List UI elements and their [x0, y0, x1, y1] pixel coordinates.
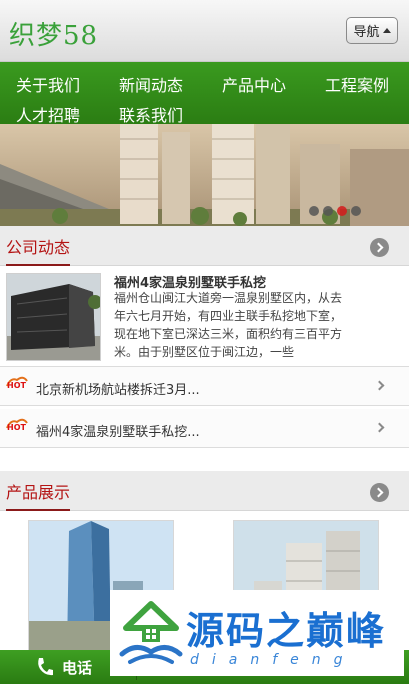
- phone-label: 电话: [62, 658, 93, 677]
- banner-dots: [309, 206, 361, 216]
- featured-news-summary: 福州仓山闽江大道旁一温泉别墅区内，从去年六七月开始，有四业主联手私挖地下室，现在…: [114, 291, 343, 359]
- triangle-up-icon: [382, 27, 391, 33]
- news-list-text: 福州4家温泉别墅联手私挖...: [36, 425, 200, 440]
- banner-dot-active[interactable]: [337, 206, 347, 216]
- menu-item-projects[interactable]: 工程案例: [325, 72, 389, 96]
- phone-icon: [38, 658, 53, 676]
- banner-dot[interactable]: [323, 206, 333, 216]
- nav-toggle-button[interactable]: 导航: [346, 17, 398, 44]
- svg-text:HOT: HOT: [7, 423, 26, 431]
- banner-slider[interactable]: [0, 124, 409, 226]
- news-section-title[interactable]: 公司动态: [6, 234, 71, 266]
- watermark-overlay: 源码之巅峰 dianfeng: [110, 590, 404, 676]
- menu-item-products[interactable]: 产品中心: [222, 72, 286, 96]
- featured-news-item[interactable]: 福州4家温泉别墅联手私挖 福州仓山闽江大道旁一温泉别墅区内，从去年六七月开始，有…: [0, 264, 409, 367]
- more-arrow-icon[interactable]: [370, 483, 389, 502]
- menu-item-contact[interactable]: 联系我们: [119, 102, 183, 126]
- chevron-right-icon: [374, 380, 385, 391]
- header-bar: 织梦58 导航: [0, 0, 409, 62]
- nav-toggle-label: 导航: [353, 25, 380, 40]
- main-menu: 关于我们 新闻动态 产品中心 工程案例 人才招聘 联系我们: [0, 62, 409, 126]
- news-list-item[interactable]: HOT 福州4家温泉别墅联手私挖...: [0, 409, 409, 448]
- phone-call-button[interactable]: 电话: [36, 650, 92, 684]
- menu-item-jobs[interactable]: 人才招聘: [16, 102, 80, 126]
- chevron-right-icon: [374, 422, 385, 433]
- hot-badge-icon: HOT: [6, 376, 28, 389]
- watermark-subtitle: dianfeng: [190, 652, 356, 668]
- news-section-header: 公司动态: [0, 226, 409, 266]
- watermark-logo-icon: [119, 601, 183, 664]
- banner-dot[interactable]: [309, 206, 319, 216]
- product-section-title[interactable]: 产品展示: [6, 479, 71, 511]
- menu-item-news[interactable]: 新闻动态: [119, 72, 183, 96]
- watermark-title: 源码之巅峰: [186, 609, 387, 653]
- site-logo[interactable]: 织梦58: [9, 15, 98, 52]
- banner-dot[interactable]: [351, 206, 361, 216]
- news-list-item[interactable]: HOT 北京新机场航站楼拆迁3月...: [0, 367, 409, 406]
- hot-badge-icon: HOT: [6, 418, 28, 431]
- svg-text:HOT: HOT: [7, 381, 26, 389]
- more-arrow-icon[interactable]: [370, 238, 389, 257]
- news-list-text: 北京新机场航站楼拆迁3月...: [36, 383, 200, 398]
- menu-item-about[interactable]: 关于我们: [16, 72, 80, 96]
- news-thumbnail: [6, 273, 101, 361]
- product-section-header: 产品展示: [0, 471, 409, 511]
